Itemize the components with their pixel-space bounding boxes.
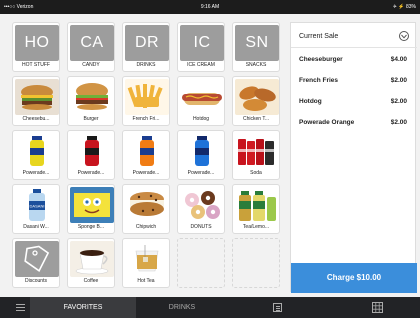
powerade-orange-image [125,133,169,169]
category-tile-snacks[interactable]: SN SNACKS [232,22,280,72]
tile-label: Powerade... [132,170,160,176]
category-abbr: SN [235,25,279,61]
chicken-tenders-image [235,79,279,115]
powerade-red-image [70,133,114,169]
charge-button[interactable]: Charge $10.00 [291,263,417,293]
tile-label: Sponge B... [77,224,105,230]
item-tile-chicken-tenders[interactable]: Chicken T... [232,76,280,126]
soda-cans-image [235,133,279,169]
category-abbr: IC [180,25,224,61]
french-fries-image [125,79,169,115]
item-tile-french-fries[interactable]: French Fri... [122,76,170,126]
item-tile-powerade-blue[interactable]: Powerade... [177,130,225,180]
category-abbr: DR [125,25,169,61]
fuze-tea-image [235,187,279,223]
tile-label: Hot Tea [137,278,155,284]
donuts-image [180,187,224,223]
item-tile-powerade-orange[interactable]: Powerade... [122,130,170,180]
hot-tea-image [125,241,169,277]
status-bar: •••○○ Verizon 9:16 AM ✈ ⚡ 83% [0,0,420,14]
item-tile-spongebob-bar[interactable]: Sponge B... [67,184,115,234]
chevron-down-icon[interactable] [399,31,409,41]
item-tile-burger[interactable]: Burger [67,76,115,126]
tile-label: DRINKS [136,62,156,68]
item-name: Cheeseburger [299,56,343,63]
tile-label: Chipwich [135,224,157,230]
tile-label: ICE CREAM [187,62,215,68]
item-tile-powerade-yellow[interactable]: Powerade... [12,130,60,180]
category-abbr: CA [70,25,114,61]
sale-line-item[interactable]: French Fries $2.00 [299,77,407,89]
dasani-water-image: DASANI [15,187,59,223]
sale-line-item[interactable]: Hotdog $2.00 [299,98,407,110]
empty-slot[interactable] [232,238,280,288]
sale-title: Current Sale [299,33,339,40]
item-tile-soda[interactable]: Soda [232,130,280,180]
favorites-grid: HO HOT STUFF CA CANDY DR DRINKS IC ICE C… [12,22,284,292]
powerade-blue-image [180,133,224,169]
item-price: $2.00 [390,119,407,126]
tile-label: Burger [83,116,99,122]
sale-line-item[interactable]: Powerade Orange $2.00 [299,119,407,131]
item-tile-discounts[interactable]: Discounts [12,238,60,288]
tile-label: Dasani W... [23,224,49,230]
tile-label: Chicken T... [242,116,270,122]
bottom-navigation: FAVORITES DRINKS [0,297,420,318]
hamburger-menu-icon[interactable] [16,304,25,312]
category-tile-hot-stuff[interactable]: HO HOT STUFF [12,22,60,72]
tab-favorites[interactable]: FAVORITES [30,297,136,318]
battery-status: ✈ ⚡ 83% [392,4,416,10]
tile-label: Soda [250,170,262,176]
item-name: Hotdog [299,98,322,105]
tile-label: HOT STUFF [22,62,50,68]
item-tile-dasani-water[interactable]: DASANI Dasani W... [12,184,60,234]
sale-line-item[interactable]: Cheeseburger $4.00 [299,56,407,68]
item-name: French Fries [299,77,339,84]
tile-label: DONUTS [190,224,212,230]
item-tile-hot-tea[interactable]: Hot Tea [122,238,170,288]
category-tile-candy[interactable]: CA CANDY [67,22,115,72]
tile-label: French Fri... [132,116,160,122]
item-tile-powerade-red[interactable]: Powerade... [67,130,115,180]
clock: 9:16 AM [200,4,220,10]
hotdog-image [180,79,224,115]
cheeseburger-image [15,79,59,115]
item-tile-coffee[interactable]: Coffee [67,238,115,288]
tile-label: Discounts [25,278,47,284]
category-tile-ice-cream[interactable]: IC ICE CREAM [177,22,225,72]
item-price: $2.00 [390,98,407,105]
chipwich-image [125,187,169,223]
tile-label: Powerade... [22,170,50,176]
sale-header: Current Sale [291,23,417,48]
powerade-yellow-image [15,133,59,169]
item-name: Powerade Orange [299,119,355,126]
item-tile-tea-lemonade[interactable]: Tea/Lemo... [232,184,280,234]
category-abbr: HO [15,25,59,61]
empty-slot[interactable] [177,238,225,288]
current-sale-panel: Current Sale Cheeseburger $4.00 French F… [290,22,417,293]
tile-label: Hotdog [192,116,210,122]
tile-label: Cheesebu... [22,116,50,122]
tile-label: Powerade... [187,170,215,176]
grid-view-icon[interactable] [372,302,383,313]
coffee-image [70,241,114,277]
tab-drinks[interactable]: DRINKS [140,297,224,318]
list-view-icon[interactable] [273,303,282,312]
item-tile-chipwich[interactable]: Chipwich [122,184,170,234]
item-tile-donuts[interactable]: DONUTS [177,184,225,234]
item-tile-hotdog[interactable]: Hotdog [177,76,225,126]
tile-label: Tea/Lemo... [242,224,270,230]
burger-image [70,79,114,115]
tile-label: Powerade... [77,170,105,176]
tag-icon [15,241,59,277]
spongebob-bar-image [70,187,114,223]
item-price: $2.00 [390,77,407,84]
item-price: $4.00 [390,56,407,63]
svg-text:DASANI: DASANI [30,204,45,209]
tile-label: Coffee [83,278,99,284]
tile-label: CANDY [82,62,100,68]
item-tile-cheeseburger[interactable]: Cheesebu... [12,76,60,126]
tile-label: SNACKS [245,62,267,68]
category-tile-drinks[interactable]: DR DRINKS [122,22,170,72]
